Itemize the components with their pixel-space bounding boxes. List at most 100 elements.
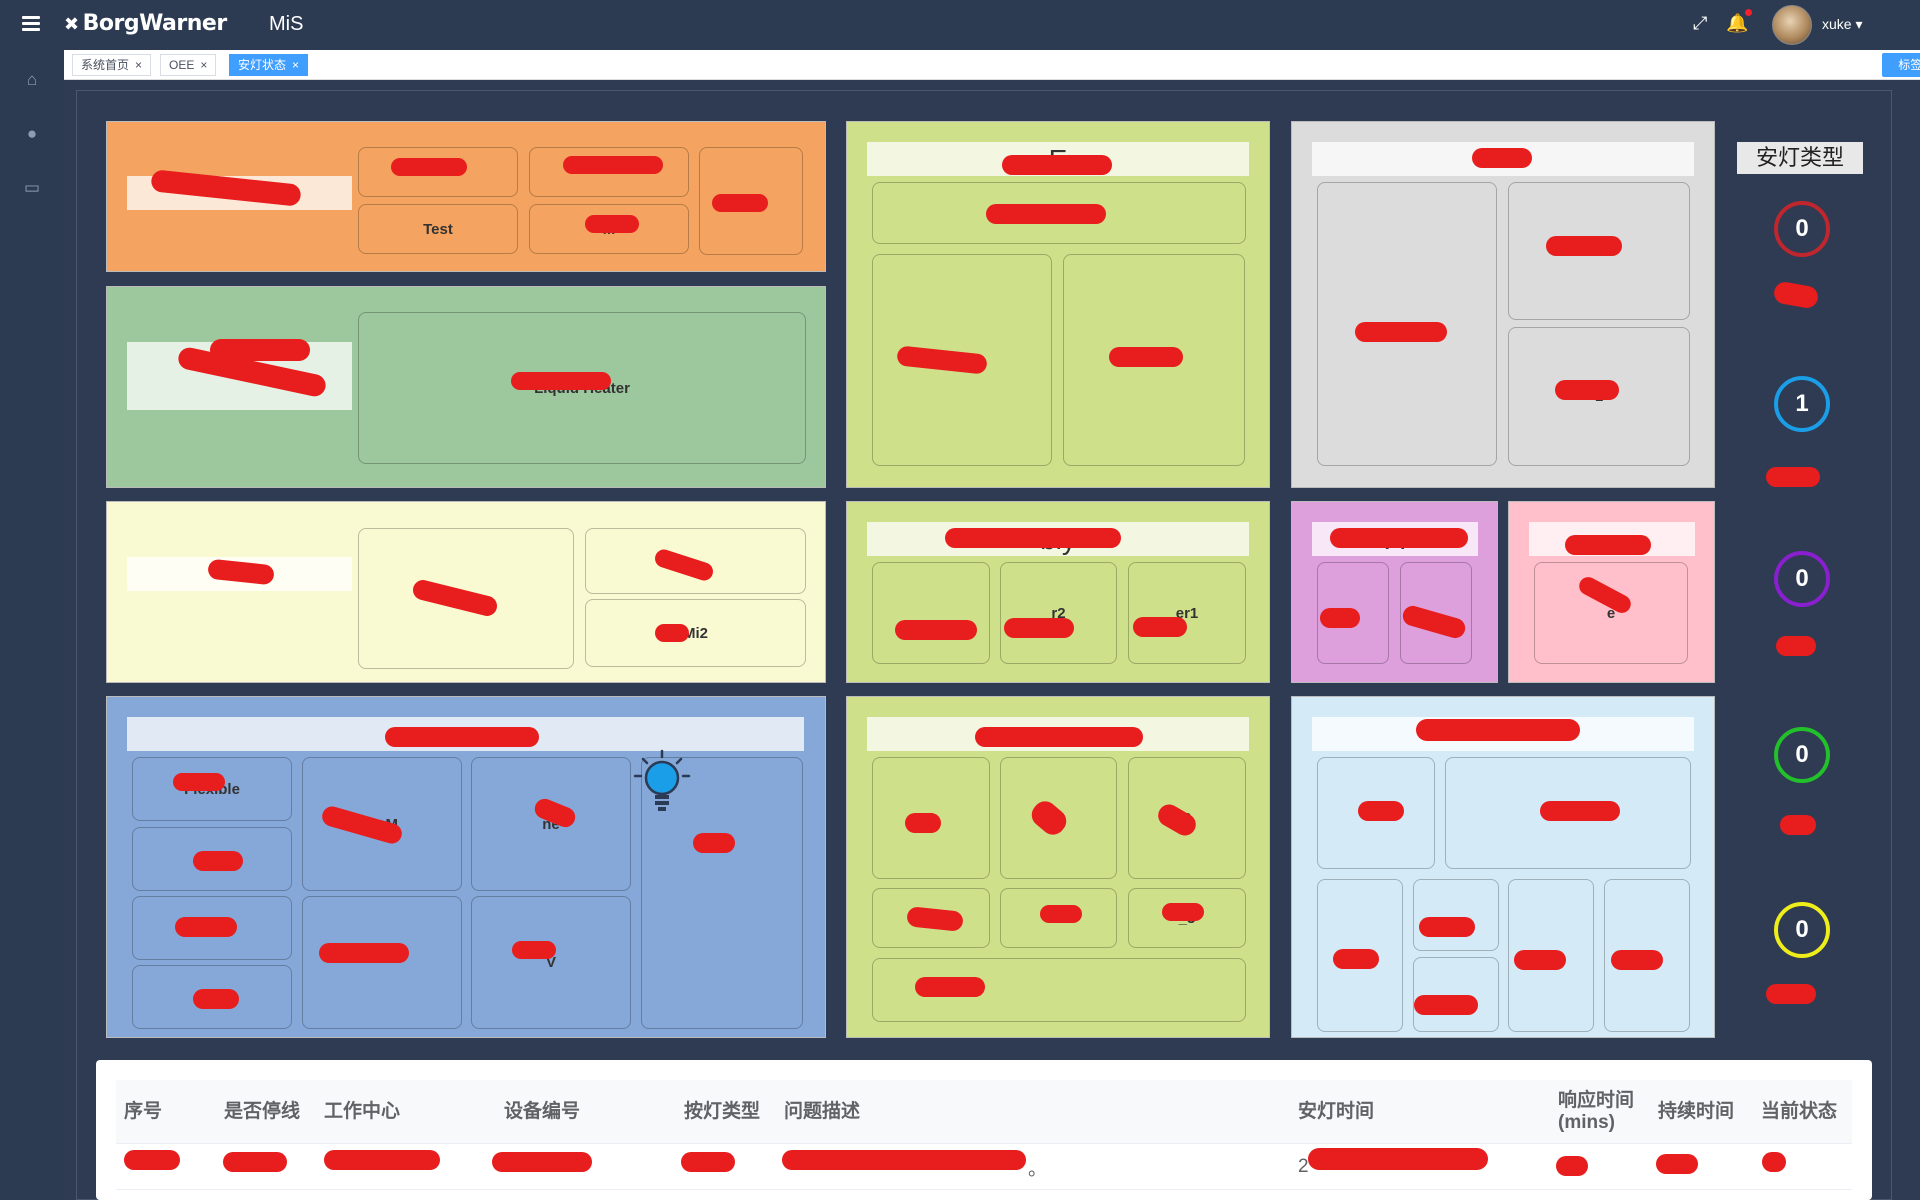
redaction-mark (1004, 618, 1074, 638)
table-cell: 2 (1298, 1156, 1309, 1177)
tab-options-label: 标签选项 (1898, 58, 1920, 72)
redaction-mark (1355, 322, 1447, 342)
bell-icon[interactable]: 🔔 (1726, 13, 1748, 34)
col-header: 响应时间 (mins) (1558, 1090, 1635, 1133)
cart-icon[interactable]: ▭ (22, 178, 42, 198)
redaction-mark (915, 977, 985, 997)
redaction-mark (1611, 950, 1663, 970)
area-2: Liquid Heater (106, 286, 826, 488)
caret-down-icon: ▾ (1855, 16, 1863, 32)
andon-lightbulb-icon (633, 749, 691, 811)
tab-label: 安灯状态 (238, 58, 287, 72)
redaction-mark (1514, 950, 1566, 970)
redaction-mark (173, 773, 225, 791)
username: xuke (1822, 16, 1852, 32)
redaction-mark (1555, 380, 1619, 400)
close-icon[interactable]: × (135, 58, 142, 72)
machine-cell[interactable]: r2 (1000, 562, 1117, 664)
area-9: Flexible A+M ne V (106, 696, 826, 1038)
close-icon[interactable]: × (200, 58, 207, 72)
close-icon[interactable]: × (292, 58, 299, 72)
redaction-mark (986, 204, 1106, 224)
redaction-mark (319, 943, 409, 963)
redaction-mark (1419, 917, 1475, 937)
counter-type-5[interactable]: 0 (1774, 902, 1830, 958)
app-name: MiS (269, 13, 304, 35)
area-5: 2 Mi2 (106, 501, 826, 683)
redaction-mark (1333, 949, 1379, 969)
redaction-mark (1780, 815, 1816, 835)
sidebar: ⌂ ● ▭ (0, 50, 64, 1200)
top-header: ✖ BorgWarner MiS ⤢ 🔔 xuke ▾ (0, 0, 1920, 50)
machine-cell[interactable]: V (471, 896, 631, 1029)
redaction-mark (1330, 528, 1468, 548)
col-header: 问题描述 (784, 1101, 861, 1122)
area-6: bly r2 er1 (846, 501, 1270, 683)
col-header: 安灯时间 (1298, 1101, 1375, 1122)
col-header: 持续时间 (1658, 1101, 1735, 1122)
redaction-mark (1766, 984, 1816, 1004)
machine-cell[interactable]: ne (471, 757, 631, 891)
counter-type-1[interactable]: 0 (1774, 201, 1830, 257)
redaction-mark (975, 727, 1143, 747)
area-1: Test M (106, 121, 826, 272)
redaction-mark (1308, 1148, 1488, 1170)
table-row[interactable]: 。 2 (116, 1144, 1852, 1190)
tab-andon-status[interactable]: 安灯状态 × (229, 54, 309, 76)
redaction-mark (712, 194, 768, 212)
col-header: 设备编号 (504, 1101, 581, 1122)
bulb-icon[interactable]: ● (22, 124, 42, 144)
redaction-mark (1656, 1154, 1698, 1174)
table-header: 序号 是否停线 工作中心 设备编号 按灯类型 问题描述 安灯时间 响应时间 (m… (116, 1080, 1852, 1144)
tab-options-button[interactable]: 标签选项 ⌄ (1882, 53, 1920, 77)
redaction-mark (1133, 617, 1187, 637)
machine-cell[interactable]: Test (358, 204, 518, 254)
user-menu[interactable]: xuke ▾ (1822, 16, 1863, 33)
counter-type-2[interactable]: 1 (1774, 376, 1830, 432)
redaction-mark (895, 620, 977, 640)
redaction-mark (124, 1150, 180, 1170)
area-7: A (1291, 501, 1498, 683)
fullscreen-icon[interactable]: ⤢ (1693, 13, 1707, 34)
brand-mark-icon: ✖ (64, 14, 79, 35)
tab-oee[interactable]: OEE × (160, 54, 217, 76)
redaction-mark (1002, 155, 1112, 175)
redaction-mark (385, 727, 539, 747)
counter-type-4[interactable]: 0 (1774, 727, 1830, 783)
machine-cell[interactable]: e (1534, 562, 1688, 664)
notification-dot (1745, 9, 1752, 16)
home-icon[interactable]: ⌂ (22, 70, 42, 90)
tab-home[interactable]: 系统首页 × (72, 54, 152, 76)
brand-name: BorgWarner (82, 11, 228, 36)
redaction-mark (1472, 148, 1532, 168)
tab-bar: 系统首页 × OEE × 安灯状态 × 标签选项 ⌄ (64, 50, 1920, 80)
col-header: 是否停线 (224, 1101, 301, 1122)
redaction-mark (223, 1152, 287, 1172)
counter-type-3[interactable]: 0 (1774, 551, 1830, 607)
redaction-mark (492, 1152, 592, 1172)
machine-cell[interactable] (1413, 879, 1499, 951)
menu-icon[interactable] (22, 16, 40, 32)
redaction-mark (1416, 719, 1580, 741)
redaction-mark (512, 941, 556, 959)
area-11 (1291, 696, 1715, 1038)
machine-cell[interactable]: er1 (1128, 562, 1246, 664)
redaction-mark (945, 528, 1121, 548)
redaction-mark (1565, 535, 1651, 555)
col-header: 序号 (124, 1101, 163, 1122)
redaction-mark (511, 372, 611, 390)
avatar[interactable] (1772, 5, 1812, 45)
machine-cell[interactable]: Mi2 (585, 599, 806, 667)
redaction-mark (1320, 608, 1360, 628)
redaction-mark (693, 833, 735, 853)
redaction-mark (1540, 801, 1620, 821)
redaction-mark (585, 215, 639, 233)
table-cell: 。 (1028, 1158, 1048, 1180)
redaction-mark (1776, 636, 1816, 656)
machine-cell[interactable] (872, 562, 990, 664)
brand-logo: ✖ BorgWarner (64, 11, 227, 36)
redaction-mark (905, 813, 941, 833)
redaction-mark (324, 1150, 440, 1170)
andon-type-title: 安灯类型 (1737, 142, 1863, 174)
redaction-mark (391, 158, 467, 176)
